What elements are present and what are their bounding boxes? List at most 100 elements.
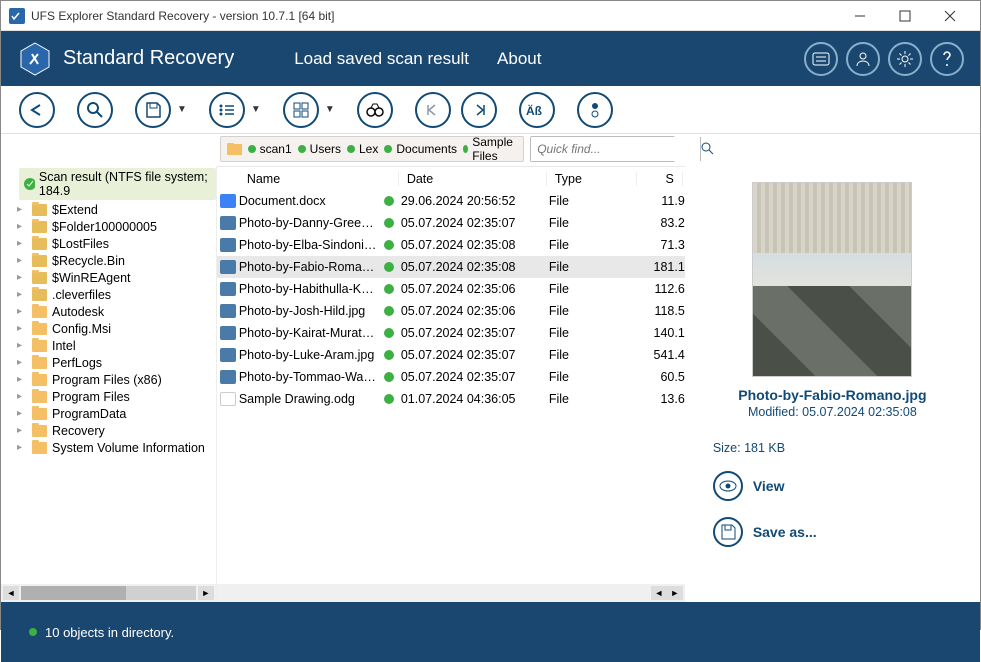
menu-about[interactable]: About — [497, 49, 541, 69]
tree-folder[interactable]: ▸PerfLogs — [13, 354, 216, 371]
tree-expand-icon[interactable]: ▸ — [17, 272, 27, 283]
tree-folder[interactable]: ▸ProgramData — [13, 405, 216, 422]
scroll-left-button[interactable]: ◄ — [3, 586, 19, 600]
grid-button[interactable] — [283, 92, 319, 128]
window-title: UFS Explorer Standard Recovery - version… — [31, 9, 837, 23]
tree-expand-icon[interactable]: ▸ — [17, 408, 27, 419]
scroll-right-button[interactable]: ► — [198, 586, 214, 600]
breadcrumb[interactable]: scan1UsersLex Documents Sample Files — [220, 136, 524, 162]
file-row[interactable]: Photo-by-Elba-Sindoni.jpg05.07.2024 02:3… — [217, 234, 685, 256]
tree-folder[interactable]: ▸Program Files — [13, 388, 216, 405]
breadcrumb-item[interactable]: Documents — [384, 135, 457, 163]
save-as-button[interactable]: Save as... — [713, 517, 817, 547]
list-dropdown[interactable]: ▼ — [251, 104, 261, 115]
minimize-button[interactable] — [837, 1, 882, 30]
binoculars-button[interactable] — [357, 92, 393, 128]
list-button[interactable] — [209, 92, 245, 128]
text-case-button[interactable]: Äß — [519, 92, 555, 128]
tree-expand-icon[interactable]: ▸ — [17, 255, 27, 266]
file-row[interactable]: Photo-by-Kairat-Muratali...05.07.2024 02… — [217, 322, 685, 344]
list-scroll-left[interactable]: ◄ — [651, 586, 667, 600]
tree-expand-icon[interactable]: ▸ — [17, 425, 27, 436]
file-row[interactable]: Photo-by-Habithulla-K.jpg05.07.2024 02:3… — [217, 278, 685, 300]
prev-button[interactable] — [415, 92, 451, 128]
file-type-icon — [220, 326, 236, 340]
breadcrumb-item[interactable]: Users — [298, 135, 341, 163]
file-list[interactable]: Document.docx29.06.2024 20:56:52File11.9… — [217, 190, 685, 584]
col-name[interactable]: Name — [239, 172, 399, 186]
tree-hscroll[interactable]: ◄ ► — [1, 584, 216, 602]
breadcrumb-label: Documents — [396, 142, 457, 156]
file-row[interactable]: Photo-by-Fabio-Romano....05.07.2024 02:3… — [217, 256, 685, 278]
file-row[interactable]: Photo-by-Luke-Aram.jpg05.07.2024 02:35:0… — [217, 344, 685, 366]
close-button[interactable] — [927, 1, 972, 30]
breadcrumb-item[interactable]: scan1 — [248, 135, 292, 163]
tree-expand-icon[interactable]: ▸ — [17, 306, 27, 317]
tree-expand-icon[interactable]: ▸ — [17, 289, 27, 300]
header-user-button[interactable] — [846, 42, 880, 76]
scan-icon — [23, 177, 35, 191]
file-row[interactable]: Photo-by-Josh-Hild.jpg05.07.2024 02:35:0… — [217, 300, 685, 322]
quick-find-input[interactable] — [531, 137, 700, 161]
file-row[interactable]: Sample Drawing.odg01.07.2024 04:36:05Fil… — [217, 388, 685, 410]
file-row[interactable]: Photo-by-Danny-Greenb...05.07.2024 02:35… — [217, 212, 685, 234]
tree-expand-icon[interactable]: ▸ — [17, 357, 27, 368]
file-row[interactable]: Document.docx29.06.2024 20:56:52File11.9 — [217, 190, 685, 212]
tree-folder[interactable]: ▸Recovery — [13, 422, 216, 439]
breadcrumb-item[interactable]: Lex — [347, 135, 378, 163]
status-good-icon — [384, 240, 394, 250]
tree-expand-icon[interactable]: ▸ — [17, 323, 27, 334]
tree-folder[interactable]: ▸System Volume Information — [13, 439, 216, 456]
status-good-icon — [384, 328, 394, 338]
tree-folder[interactable]: ▸$Extend — [13, 201, 216, 218]
user-tool-button[interactable] — [577, 92, 613, 128]
list-hscroll[interactable]: ◄ ► — [217, 584, 685, 602]
tree-folder[interactable]: ▸$WinREAgent — [13, 269, 216, 286]
save-dropdown[interactable]: ▼ — [177, 104, 187, 115]
col-size[interactable]: S — [637, 172, 683, 186]
file-name: Photo-by-Fabio-Romano.... — [239, 260, 377, 274]
quick-find-box — [530, 136, 675, 162]
tree-folder[interactable]: ▸$LostFiles — [13, 235, 216, 252]
header-help-button[interactable] — [930, 42, 964, 76]
zoom-button[interactable] — [77, 92, 113, 128]
file-name: Photo-by-Tommao-Wang... — [239, 370, 377, 384]
view-button[interactable]: View — [713, 471, 785, 501]
folder-icon — [32, 391, 47, 403]
tree-folder[interactable]: ▸Program Files (x86) — [13, 371, 216, 388]
tree-expand-icon[interactable]: ▸ — [17, 442, 27, 453]
tree-folder[interactable]: ▸.cleverfiles — [13, 286, 216, 303]
maximize-button[interactable] — [882, 1, 927, 30]
tree-expand-icon[interactable]: ▸ — [17, 374, 27, 385]
tree-folder[interactable]: ▸Config.Msi — [13, 320, 216, 337]
folder-icon — [32, 323, 47, 335]
tree-expand-icon[interactable]: ▸ — [17, 221, 27, 232]
grid-dropdown[interactable]: ▼ — [325, 104, 335, 115]
next-button[interactable] — [461, 92, 497, 128]
tree-expand-icon[interactable]: ▸ — [17, 238, 27, 249]
tree-folder[interactable]: ▸$Folder100000005 — [13, 218, 216, 235]
list-scroll-right[interactable]: ► — [667, 586, 683, 600]
col-date[interactable]: Date — [399, 172, 547, 186]
back-button[interactable] — [19, 92, 55, 128]
file-row[interactable]: Photo-by-Tommao-Wang...05.07.2024 02:35:… — [217, 366, 685, 388]
breadcrumb-item[interactable]: Sample Files — [463, 135, 517, 163]
tree-folder[interactable]: ▸Intel — [13, 337, 216, 354]
tree-folder[interactable]: ▸$Recycle.Bin — [13, 252, 216, 269]
tree-expand-icon[interactable]: ▸ — [17, 340, 27, 351]
breadcrumb-dot-icon — [298, 145, 306, 153]
tree-expand-icon[interactable]: ▸ — [17, 391, 27, 402]
status-good-icon — [384, 218, 394, 228]
tree-root-label: Scan result (NTFS file system; 184.9 — [39, 170, 212, 198]
folder-tree[interactable]: Scan result (NTFS file system; 184.9 ▸$E… — [1, 166, 216, 584]
save-button[interactable] — [135, 92, 171, 128]
header-id-button[interactable] — [804, 42, 838, 76]
tree-root[interactable]: Scan result (NTFS file system; 184.9 — [19, 168, 216, 200]
tree-folder[interactable]: ▸Autodesk — [13, 303, 216, 320]
col-type[interactable]: Type — [547, 172, 637, 186]
header-settings-button[interactable] — [888, 42, 922, 76]
file-type: File — [549, 194, 639, 208]
menu-load-scan[interactable]: Load saved scan result — [294, 49, 469, 69]
tree-expand-icon[interactable]: ▸ — [17, 204, 27, 215]
preview-filename: Photo-by-Fabio-Romano.jpg — [738, 387, 926, 403]
